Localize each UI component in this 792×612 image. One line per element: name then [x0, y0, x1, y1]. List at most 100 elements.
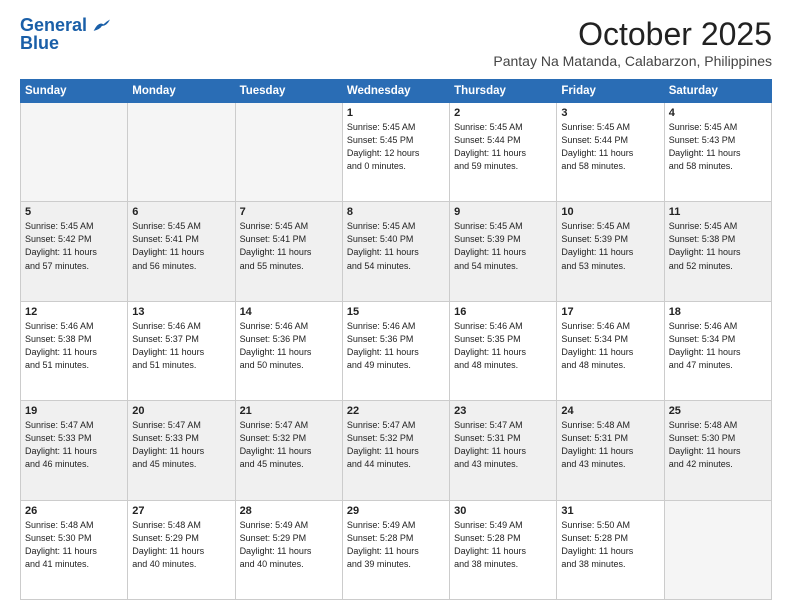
day-info: Sunrise: 5:50 AM Sunset: 5:28 PM Dayligh…	[561, 519, 659, 571]
day-info: Sunrise: 5:45 AM Sunset: 5:44 PM Dayligh…	[454, 121, 552, 173]
calendar-cell: 13Sunrise: 5:46 AM Sunset: 5:37 PM Dayli…	[128, 301, 235, 400]
day-info: Sunrise: 5:45 AM Sunset: 5:42 PM Dayligh…	[25, 220, 123, 272]
calendar-cell: 16 Sunrise: 5:46 AM Sunset: 5:35 PM Dayli…	[450, 301, 557, 400]
day-number: 27	[132, 505, 230, 517]
day-number: 10	[561, 206, 659, 218]
logo: General Blue	[20, 16, 110, 52]
calendar-cell: 30 Sunrise: 5:49 AM Sunset: 5:28 PM Dayli…	[450, 500, 557, 599]
day-info: Sunrise: 5:45 AM Sunset: 5:38 PM Dayligh…	[669, 220, 767, 272]
day-info: Sunrise: 5:45 AM Sunset: 5:41 PM Dayligh…	[240, 220, 338, 272]
weekday-header-monday: Monday	[128, 80, 235, 103]
calendar-cell	[235, 103, 342, 202]
day-number: 23	[454, 405, 552, 417]
day-number: 28	[240, 505, 338, 517]
day-number: 2	[454, 107, 552, 119]
weekday-header-saturday: Saturday	[664, 80, 771, 103]
logo-bird-icon	[92, 19, 110, 33]
calendar-cell: 1 Sunrise: 5:45 AM Sunset: 5:45 PM Daylig…	[342, 103, 449, 202]
calendar-cell: 27 Sunrise: 5:48 AM Sunset: 5:29 PM Dayli…	[128, 500, 235, 599]
calendar-cell: 24Sunrise: 5:48 AM Sunset: 5:31 PM Dayli…	[557, 401, 664, 500]
day-info: Sunrise: 5:49 AM Sunset: 5:28 PM Dayligh…	[347, 519, 445, 571]
title-block: October 2025 Pantay Na Matanda, Calabarz…	[493, 16, 772, 69]
day-info: Sunrise: 5:47 AM Sunset: 5:32 PM Dayligh…	[347, 419, 445, 471]
day-info: Sunrise: 5:46 AM Sunset: 5:35 PM Dayligh…	[454, 320, 552, 372]
day-number: 13	[132, 306, 230, 318]
day-info: Sunrise: 5:47 AM Sunset: 5:33 PM Dayligh…	[25, 419, 123, 471]
day-info: Sunrise: 5:48 AM Sunset: 5:29 PM Dayligh…	[132, 519, 230, 571]
calendar-week-row: 26 Sunrise: 5:48 AM Sunset: 5:30 PM Dayli…	[21, 500, 772, 599]
calendar-cell: 25 Sunrise: 5:48 AM Sunset: 5:30 PM Dayli…	[664, 401, 771, 500]
day-number: 14	[240, 306, 338, 318]
day-number: 1	[347, 107, 445, 119]
day-number: 9	[454, 206, 552, 218]
location-subtitle: Pantay Na Matanda, Calabarzon, Philippin…	[493, 53, 772, 69]
calendar-cell: 8 Sunrise: 5:45 AM Sunset: 5:40 PM Daylig…	[342, 202, 449, 301]
calendar-cell: 29 Sunrise: 5:49 AM Sunset: 5:28 PM Dayli…	[342, 500, 449, 599]
weekday-header-sunday: Sunday	[21, 80, 128, 103]
day-info: Sunrise: 5:45 AM Sunset: 5:44 PM Dayligh…	[561, 121, 659, 173]
day-number: 24	[561, 405, 659, 417]
calendar-week-row: 12Sunrise: 5:46 AM Sunset: 5:38 PM Dayli…	[21, 301, 772, 400]
day-info: Sunrise: 5:47 AM Sunset: 5:33 PM Dayligh…	[132, 419, 230, 471]
logo-blue-text: Blue	[20, 34, 59, 52]
calendar-cell: 23 Sunrise: 5:47 AM Sunset: 5:31 PM Dayli…	[450, 401, 557, 500]
day-number: 8	[347, 206, 445, 218]
calendar-week-row: 1 Sunrise: 5:45 AM Sunset: 5:45 PM Daylig…	[21, 103, 772, 202]
weekday-header-thursday: Thursday	[450, 80, 557, 103]
calendar-cell	[664, 500, 771, 599]
calendar-cell: 14Sunrise: 5:46 AM Sunset: 5:36 PM Dayli…	[235, 301, 342, 400]
calendar-week-row: 19 Sunrise: 5:47 AM Sunset: 5:33 PM Dayli…	[21, 401, 772, 500]
calendar-cell: 22Sunrise: 5:47 AM Sunset: 5:32 PM Dayli…	[342, 401, 449, 500]
day-info: Sunrise: 5:45 AM Sunset: 5:39 PM Dayligh…	[561, 220, 659, 272]
logo-general-text: General	[20, 16, 110, 34]
calendar-cell: 10 Sunrise: 5:45 AM Sunset: 5:39 PM Dayli…	[557, 202, 664, 301]
day-number: 16	[454, 306, 552, 318]
day-number: 4	[669, 107, 767, 119]
day-number: 26	[25, 505, 123, 517]
day-number: 18	[669, 306, 767, 318]
calendar-cell: 20 Sunrise: 5:47 AM Sunset: 5:33 PM Dayli…	[128, 401, 235, 500]
day-info: Sunrise: 5:46 AM Sunset: 5:34 PM Dayligh…	[561, 320, 659, 372]
day-info: Sunrise: 5:49 AM Sunset: 5:28 PM Dayligh…	[454, 519, 552, 571]
day-info: Sunrise: 5:45 AM Sunset: 5:45 PM Dayligh…	[347, 121, 445, 173]
calendar-cell: 4 Sunrise: 5:45 AM Sunset: 5:43 PM Daylig…	[664, 103, 771, 202]
day-number: 19	[25, 405, 123, 417]
day-number: 3	[561, 107, 659, 119]
day-number: 15	[347, 306, 445, 318]
calendar-cell: 31Sunrise: 5:50 AM Sunset: 5:28 PM Dayli…	[557, 500, 664, 599]
calendar-cell	[21, 103, 128, 202]
day-number: 20	[132, 405, 230, 417]
day-info: Sunrise: 5:45 AM Sunset: 5:39 PM Dayligh…	[454, 220, 552, 272]
day-info: Sunrise: 5:46 AM Sunset: 5:36 PM Dayligh…	[347, 320, 445, 372]
day-info: Sunrise: 5:47 AM Sunset: 5:31 PM Dayligh…	[454, 419, 552, 471]
calendar-cell: 12Sunrise: 5:46 AM Sunset: 5:38 PM Dayli…	[21, 301, 128, 400]
day-info: Sunrise: 5:48 AM Sunset: 5:30 PM Dayligh…	[669, 419, 767, 471]
calendar-cell: 6Sunrise: 5:45 AM Sunset: 5:41 PM Daylig…	[128, 202, 235, 301]
day-number: 25	[669, 405, 767, 417]
day-info: Sunrise: 5:47 AM Sunset: 5:32 PM Dayligh…	[240, 419, 338, 471]
day-info: Sunrise: 5:45 AM Sunset: 5:40 PM Dayligh…	[347, 220, 445, 272]
day-number: 6	[132, 206, 230, 218]
calendar-cell: 7 Sunrise: 5:45 AM Sunset: 5:41 PM Daylig…	[235, 202, 342, 301]
day-info: Sunrise: 5:49 AM Sunset: 5:29 PM Dayligh…	[240, 519, 338, 571]
day-number: 21	[240, 405, 338, 417]
day-number: 12	[25, 306, 123, 318]
weekday-header-tuesday: Tuesday	[235, 80, 342, 103]
calendar-week-row: 5 Sunrise: 5:45 AM Sunset: 5:42 PM Daylig…	[21, 202, 772, 301]
day-info: Sunrise: 5:48 AM Sunset: 5:30 PM Dayligh…	[25, 519, 123, 571]
day-info: Sunrise: 5:45 AM Sunset: 5:43 PM Dayligh…	[669, 121, 767, 173]
calendar-cell: 18Sunrise: 5:46 AM Sunset: 5:34 PM Dayli…	[664, 301, 771, 400]
page: General Blue October 2025 Pantay Na Mata…	[0, 0, 792, 612]
weekday-header-wednesday: Wednesday	[342, 80, 449, 103]
weekday-header-friday: Friday	[557, 80, 664, 103]
calendar-cell: 21 Sunrise: 5:47 AM Sunset: 5:32 PM Dayli…	[235, 401, 342, 500]
day-number: 29	[347, 505, 445, 517]
day-number: 7	[240, 206, 338, 218]
day-number: 30	[454, 505, 552, 517]
calendar-cell: 17Sunrise: 5:46 AM Sunset: 5:34 PM Dayli…	[557, 301, 664, 400]
calendar-cell: 11 Sunrise: 5:45 AM Sunset: 5:38 PM Dayli…	[664, 202, 771, 301]
calendar-cell: 3 Sunrise: 5:45 AM Sunset: 5:44 PM Daylig…	[557, 103, 664, 202]
calendar-cell: 15 Sunrise: 5:46 AM Sunset: 5:36 PM Dayli…	[342, 301, 449, 400]
day-number: 11	[669, 206, 767, 218]
day-number: 5	[25, 206, 123, 218]
